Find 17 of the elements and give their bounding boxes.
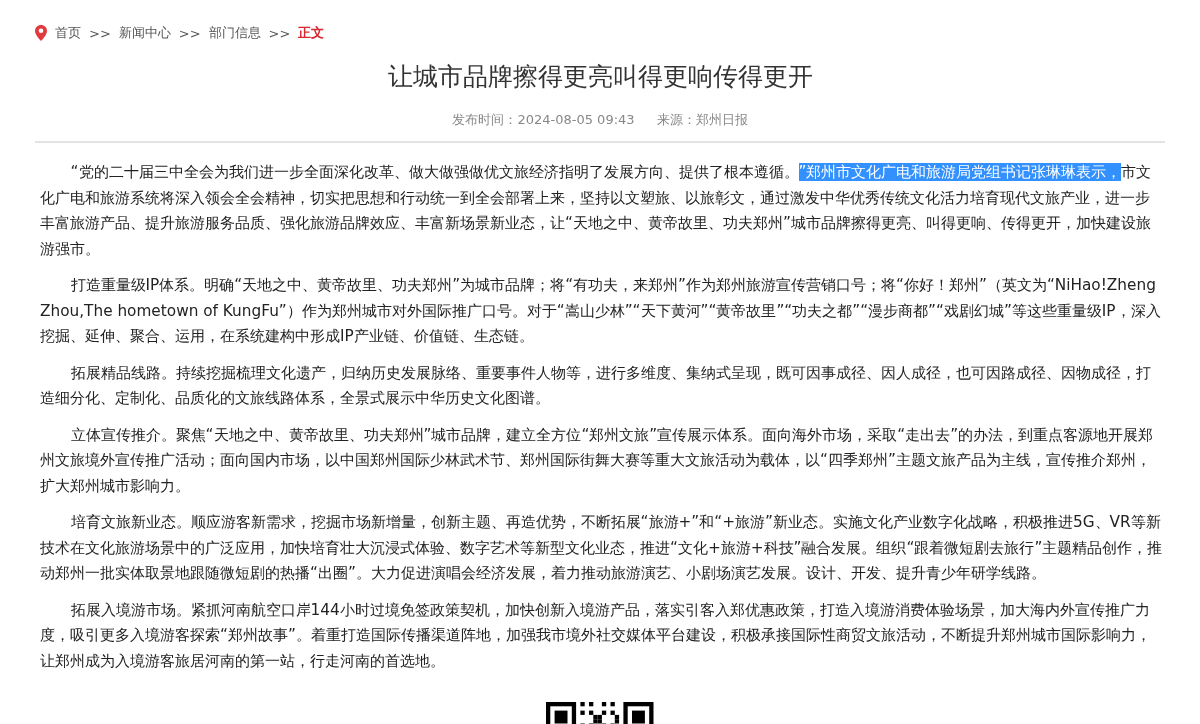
paragraph: 立体宣传推介。聚焦“天地之中、黄帝故里、功夫郑州”城市品牌，建立全方位“郑州文旅”宣传展示体系。面向海外市场，采取“走出去”的办法，到重点客源地开展郑州文旅境外宣传推广活动；面向国内市场，以中国郑州国际少林武术节、郑州国际街舞大赛等重大文旅活动为载体，以“四季郑州”主题文旅产品为主线，宣传推介郑州，扩大郑州城市影响力。: [39, 424, 1155, 497]
breadcrumb-current: 正文: [298, 24, 325, 42]
paragraph: 打造重量级IP体系。明确“天地之中、黄帝故里、功夫郑州”为城市品牌；将“有功夫，来郑州”作为郑州旅游宣传营销口号；将“你好！郑州”（英文为“NiHao!ZhengZhou,The hometown of KungFu”）作为郑州城市对外国际推广口号。对于“嵩山少林”“天下黄河”“黄帝故里”“功夫之都”“漫步商都”“戏剧幻城”等这些重量级IP，深入挖掘、延伸、聚合、运用，在系统建构中形成IP产业链、价值链、生态链。: [39, 275, 1162, 347]
location-pin-icon: [35, 25, 47, 41]
paragraph: 拓展精品线路。持续挖掘梳理文化遗产，归纳历史发展脉络、重要事件人物等，进行多维度、集纳式呈现，既可因事成径、因人成径，也可因路成径、因物成径，打造细分化、定制化、品质化的文旅线路体系，全景式展示中华历史文化图谱。: [39, 362, 1152, 409]
breadcrumb-separator: >>: [89, 25, 111, 41]
article-title: 让城市品牌擦得更亮叫得更响传得更开: [387, 61, 813, 93]
publish-time: 发布时间：2024-08-05 09:43: [452, 111, 635, 129]
paragraph: 培育文旅新业态。顺应游客新需求，挖掘市场新增量，创新主题、再造优势，不断拓展“旅游+”和“+旅游”新业态。实施文化产业数字化战略，积极推进5G、VR等新技术在文化旅游场景中的广泛应用，加快培育壮大沉浸式体验、数字艺术等新型文化业态，推进“文化+旅游+科技”融合发展。组织“跟着微短剧去旅行”主题精品创作，推动郑州一批实体取景地跟随微短剧的热播“出圈”。大力促进演唱会经济发展，着力推动旅游演艺、小剧场演艺发展。设计、开发、提升青少年研学线路。: [39, 512, 1164, 584]
paragraph: “党的二十届三中全会为我们进一步全面深化改革、做大做强做优文旅经济指明了发展方向、提供了根本遵循。”郑州市文化广电和旅游局党组书记张琳琳表示，市文化广电和旅游系统将深入领会全会精神，切实把思想和行动统一到全会部署上来，坚持以文塑旅、以旅彰文，通过激发中华优秀传统文化活力培育现代文旅产业，进一步丰富旅游产品、提升旅游服务品质、强化旅游品牌效应、丰富新场景新业态，让“天地之中、黄帝故里、功夫郑州”城市品牌擦得更亮、叫得更响、传得更开，加快建设旅游强市。: [39, 162, 1153, 260]
paragraph: 拓展入境游市场。紧抓河南航空口岸144小时过境免签政策契机，加快创新入境游产品，落实引客入郑优惠政策，打造入境游消费体验场景，加大海内外宣传推广力度，吸引更多入境游客探索“郑州故事”。着重打造国际传播渠道阵地，加强我市境外社交媒体平台建设，积极承接国际性商贸文旅活动，不断提升郑州城市国际影响力，让郑州成为入境游客旅居河南的第一站，行走河南的首选地。: [39, 599, 1152, 672]
article-source: 来源：郑州日报: [656, 111, 748, 129]
breadcrumb-link[interactable]: 新闻中心: [118, 24, 171, 42]
breadcrumb-link[interactable]: 部门信息: [208, 24, 261, 42]
breadcrumb-link[interactable]: 首页: [55, 24, 81, 42]
breadcrumb-separator: >>: [178, 25, 201, 41]
breadcrumb-separator: >>: [268, 25, 291, 41]
